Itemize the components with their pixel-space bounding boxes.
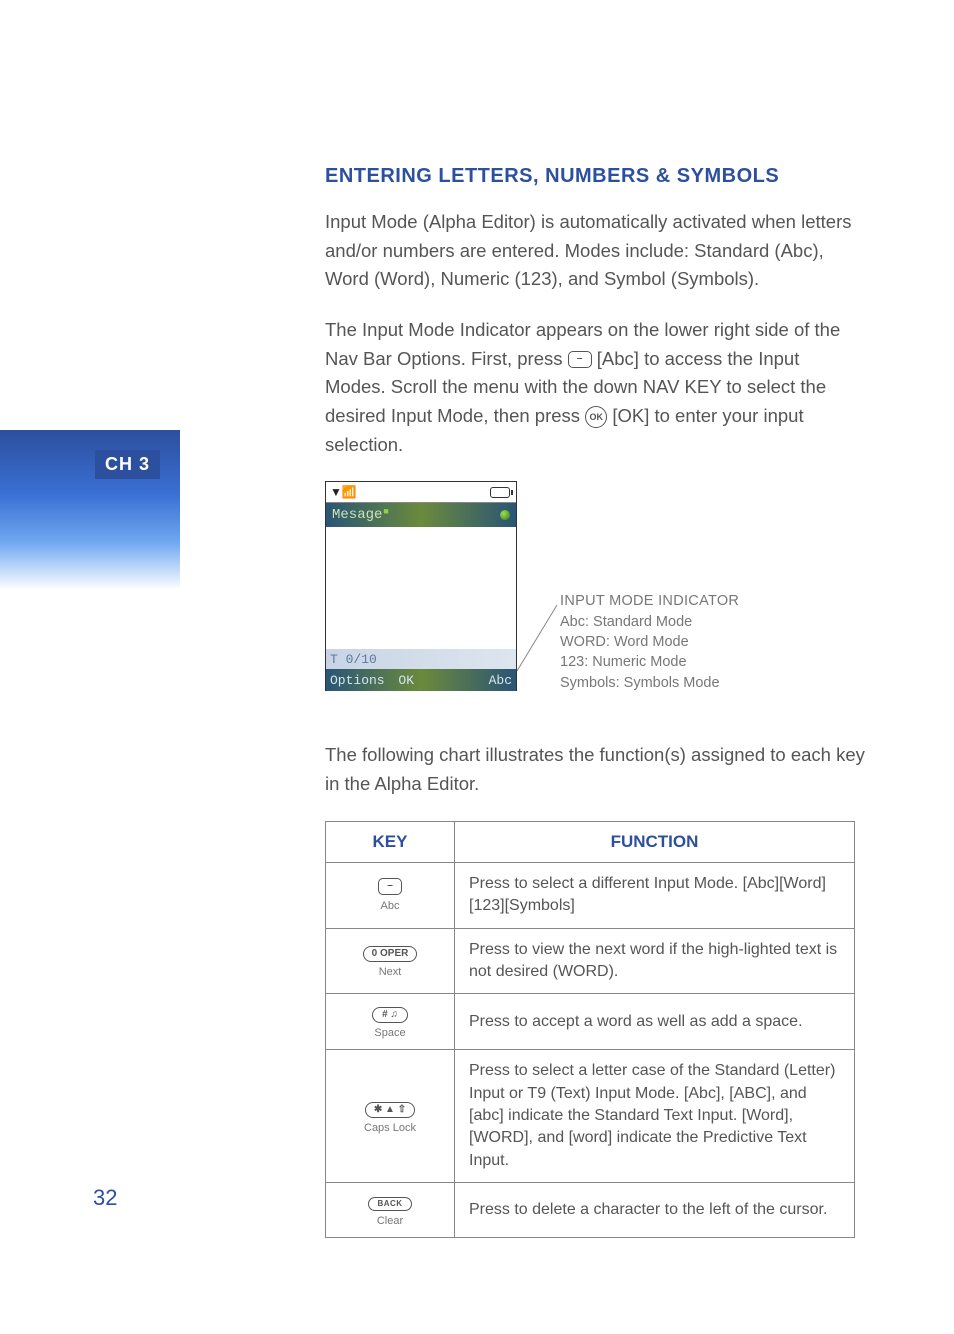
signal-icon: ▼📶 <box>330 485 357 499</box>
func-cell: Press to accept a word as well as add a … <box>455 994 855 1050</box>
phone-counter-bar: T 0/10 <box>326 649 516 669</box>
key-sublabel: Caps Lock <box>340 1122 440 1134</box>
section-title: ENTERING LETTERS, NUMBERS & SYMBOLS <box>325 165 865 188</box>
back-key-icon: BACK <box>368 1197 411 1211</box>
key-cell: BACK Clear <box>326 1183 455 1238</box>
cursor-icon: ■ <box>383 507 388 517</box>
callout-heading: INPUT MODE INDICATOR <box>560 591 739 611</box>
callout-line-4: Symbols: Symbols Mode <box>560 673 739 693</box>
key-cell: ✱ ▲ ⇧ Caps Lock <box>326 1050 455 1183</box>
table-row: ✱ ▲ ⇧ Caps Lock Press to select a letter… <box>326 1050 855 1183</box>
callout-line-2: WORD: Word Mode <box>560 632 739 652</box>
callout-line-icon <box>517 601 561 671</box>
key-function-table: KEY FUNCTION – Abc Press to select a dif… <box>325 821 855 1239</box>
phone-screen: ▼📶 Mesage ■ T 0/10 Options OK Abc <box>325 481 517 691</box>
table-row: 0 OPER Next Press to view the next word … <box>326 928 855 994</box>
header-function: FUNCTION <box>455 821 855 862</box>
callout-line-1: Abc: Standard Mode <box>560 612 739 632</box>
page-number: 32 <box>93 1185 117 1211</box>
abc-key-icon: – <box>378 878 402 895</box>
key-cell: – Abc <box>326 862 455 928</box>
phone-titlebar: Mesage ■ <box>326 503 516 527</box>
table-row: # ♫ Space Press to accept a word as well… <box>326 994 855 1050</box>
func-cell: Press to view the next word if the high-… <box>455 928 855 994</box>
table-header-row: KEY FUNCTION <box>326 821 855 862</box>
char-counter: T 0/10 <box>330 652 377 667</box>
hash-key-icon: # ♫ <box>372 1007 408 1023</box>
phone-figure: ▼📶 Mesage ■ T 0/10 Options OK Abc <box>325 481 865 711</box>
page-content: ENTERING LETTERS, NUMBERS & SYMBOLS Inpu… <box>325 165 865 1238</box>
nav-mode-indicator: Abc <box>489 673 512 688</box>
titlebar-dot-icon <box>500 510 510 520</box>
func-cell: Press to select a different Input Mode. … <box>455 862 855 928</box>
func-cell: Press to delete a character to the left … <box>455 1183 855 1238</box>
star-key-icon: ✱ ▲ ⇧ <box>365 1102 415 1118</box>
nav-left-right: Options OK <box>330 673 414 688</box>
paragraph-1: Input Mode (Alpha Editor) is automatical… <box>325 208 865 294</box>
callout-line-3: 123: Numeric Mode <box>560 652 739 672</box>
key-sublabel: Clear <box>340 1215 440 1227</box>
phone-compose-area <box>326 527 516 649</box>
table-row: BACK Clear Press to delete a character t… <box>326 1183 855 1238</box>
phone-navbar: Options OK Abc <box>326 669 516 691</box>
callout-text: INPUT MODE INDICATOR Abc: Standard Mode … <box>560 591 739 692</box>
zero-key-icon: 0 OPER <box>363 946 418 962</box>
func-cell: Press to select a letter case of the Sta… <box>455 1050 855 1183</box>
phone-title: Mesage <box>332 507 382 523</box>
nav-ok: OK <box>398 673 414 688</box>
paragraph-3: The following chart illustrates the func… <box>325 741 865 798</box>
header-key: KEY <box>326 821 455 862</box>
nav-options: Options <box>330 673 385 688</box>
key-sublabel: Next <box>340 966 440 978</box>
key-sublabel: Space <box>340 1027 440 1039</box>
key-cell: # ♫ Space <box>326 994 455 1050</box>
ok-key-icon: OK <box>585 406 607 428</box>
soft-key-icon: – <box>568 351 592 368</box>
key-cell: 0 OPER Next <box>326 928 455 994</box>
phone-statusbar: ▼📶 <box>326 482 516 503</box>
key-sublabel: Abc <box>340 900 440 912</box>
battery-icon <box>490 487 510 498</box>
table-row: – Abc Press to select a different Input … <box>326 862 855 928</box>
paragraph-2: The Input Mode Indicator appears on the … <box>325 316 865 459</box>
chapter-label: CH 3 <box>95 450 160 479</box>
